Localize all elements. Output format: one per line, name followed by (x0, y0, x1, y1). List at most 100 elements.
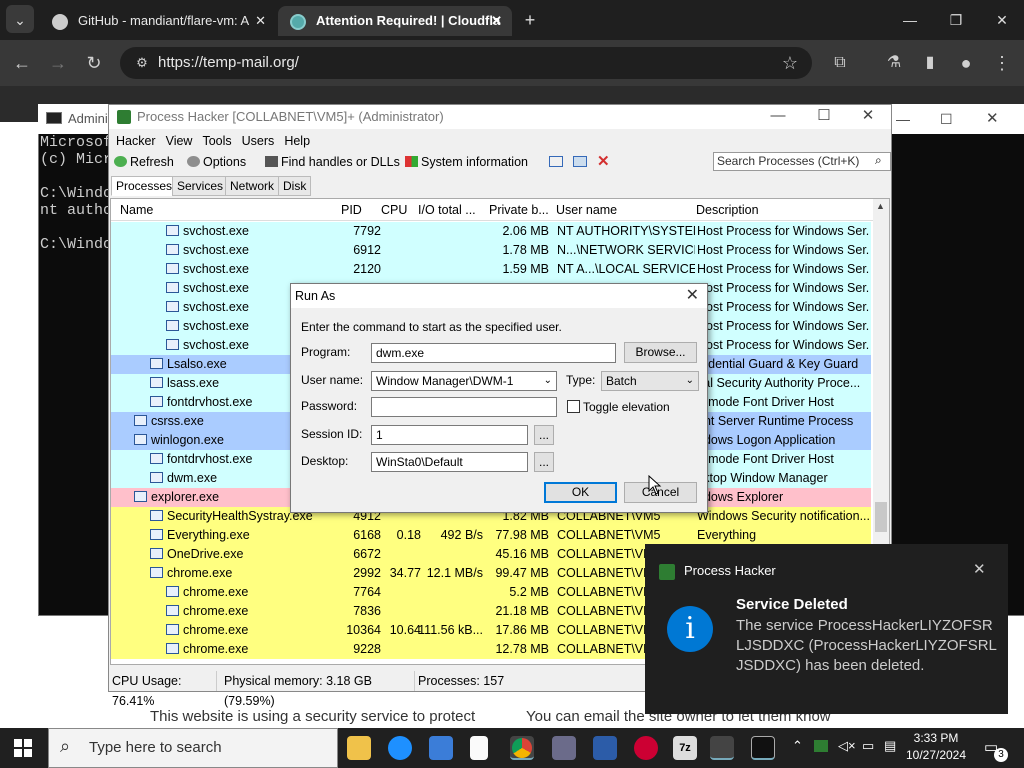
tab-search-button[interactable]: ⌄ (6, 5, 34, 33)
forward-icon[interactable]: → (44, 40, 72, 86)
password-input[interactable] (371, 397, 557, 417)
volume-muted-icon[interactable]: ◁× (838, 738, 856, 754)
tab-network[interactable]: Network (225, 176, 280, 196)
desktop-input[interactable]: WinSta0\Default (371, 452, 528, 472)
refresh-button[interactable]: Refresh (114, 151, 174, 173)
menu-help[interactable]: Help (284, 131, 310, 151)
table-row[interactable]: svchost.exe 6912 1.78 MB N...\NETWORK SERVI… (111, 241, 871, 260)
cmd-minimize-icon[interactable]: — (896, 104, 910, 134)
labs-flask-icon[interactable]: ⚗ (880, 40, 908, 86)
menu-view[interactable]: View (166, 131, 193, 151)
site-info-icon[interactable]: ⚙ (128, 40, 156, 86)
minimize-icon[interactable]: — (898, 5, 922, 35)
app-icon[interactable] (552, 736, 576, 760)
program-input[interactable]: dwm.exe (371, 343, 616, 363)
col-cpu[interactable]: CPU (381, 199, 407, 221)
app-icon[interactable] (634, 736, 658, 760)
tab-disk[interactable]: Disk (278, 176, 312, 196)
search-icon[interactable]: ⌕ (875, 153, 882, 168)
desktop-picker-button[interactable]: ... (534, 452, 554, 472)
tab-github[interactable]: GitHub - mandiant/flare-vm: A ✕ (40, 6, 276, 36)
taskbar-search-input[interactable]: Type here to search (48, 728, 338, 768)
chevron-up-icon[interactable]: ⌃ (792, 738, 803, 754)
run-as-titlebar[interactable]: Run As ✕ (291, 284, 707, 308)
chevron-down-icon[interactable]: ⌄ (544, 372, 552, 390)
system-info-button[interactable]: System information (405, 151, 528, 173)
col-io[interactable]: I/O total ... (418, 199, 476, 221)
terminal-icon[interactable] (751, 736, 775, 760)
scroll-up-icon[interactable]: ▲ (876, 201, 885, 211)
find-handles-button[interactable]: Find handles or DLLs (265, 151, 400, 173)
col-pid[interactable]: PID (341, 199, 362, 221)
url-input[interactable]: https://temp-mail.org/ (120, 47, 812, 79)
ph-maximize-icon[interactable]: ☐ (801, 105, 847, 129)
restore-icon[interactable]: ❐ (944, 5, 968, 35)
tray-process-hacker-icon[interactable] (814, 740, 828, 752)
close-tab-icon[interactable]: ✕ (491, 6, 502, 36)
table-row[interactable]: svchost.exe 2120 1.59 MB NT A...\LOCAL SERV… (111, 260, 871, 279)
tab-processes[interactable]: Processes (111, 176, 178, 196)
table-row[interactable]: svchost.exe 7792 2.06 MB NT AUTHORITY\SYSTE… (111, 222, 871, 241)
chrome-icon[interactable] (510, 736, 534, 760)
dialog-close-icon[interactable]: ✕ (686, 284, 699, 308)
tab-cloudflare[interactable]: Attention Required! | Cloudfla ✕ (278, 6, 512, 36)
ok-button[interactable]: OK (544, 482, 617, 503)
notepad-icon[interactable] (470, 736, 488, 760)
back-icon[interactable]: ← (8, 40, 36, 86)
user-name-combo[interactable]: Window Manager\DWM-1 ⌄ (371, 371, 557, 391)
window-arrow-icon[interactable] (573, 156, 587, 167)
network-icon[interactable]: ▭ (862, 738, 874, 754)
ph-close-icon[interactable]: ✕ (845, 105, 891, 129)
new-tab-button[interactable]: + (518, 5, 542, 35)
close-window-icon[interactable]: ✕ (990, 5, 1014, 35)
extensions-icon[interactable]: ⧉ (826, 40, 854, 86)
7zip-icon[interactable]: 7z (673, 736, 697, 760)
bookmark-star-icon[interactable]: ☆ (776, 40, 804, 86)
search-processes-input[interactable]: Search Processes (Ctrl+K) (713, 152, 891, 171)
browser-app-icon[interactable] (388, 736, 412, 760)
cloudflare-favicon-icon (290, 14, 306, 30)
col-name[interactable]: Name (120, 199, 153, 221)
browse-button[interactable]: Browse... (624, 342, 697, 363)
table-row[interactable]: Everything.exe 6168 0.18 492 B/s 77.98 MB COL… (111, 526, 871, 545)
toast-close-icon[interactable]: ✕ (973, 560, 986, 578)
file-explorer-icon[interactable] (347, 736, 371, 760)
col-user[interactable]: User name (556, 199, 617, 221)
ph-titlebar[interactable]: Process Hacker [COLLABNET\VM5]+ (Adminis… (109, 105, 891, 129)
col-private-bytes[interactable]: Private b... (489, 199, 549, 221)
cmd-close-icon[interactable]: ✕ (986, 104, 999, 134)
options-button[interactable]: Options (187, 151, 246, 173)
col-description[interactable]: Description (696, 199, 759, 221)
cell-desc: cal Security Authority Proce... (697, 376, 861, 390)
ph-minimize-icon[interactable]: — (755, 105, 801, 129)
terminate-x-icon[interactable]: ✕ (597, 151, 610, 173)
cell-pid: 10364 (346, 623, 381, 637)
taskbar-clock[interactable]: 3:33 PM 10/27/2024 (900, 730, 972, 764)
cell-desc: Host Process for Windows Ser... (697, 338, 869, 352)
scroll-thumb[interactable] (875, 502, 887, 532)
type-select[interactable]: Batch ⌄ (601, 371, 699, 391)
window-icon[interactable] (549, 156, 563, 167)
app-store-icon[interactable] (429, 736, 453, 760)
session-picker-button[interactable]: ... (534, 425, 554, 445)
tab-services[interactable]: Services (172, 176, 229, 196)
powershell-icon[interactable] (593, 736, 617, 760)
close-tab-icon[interactable]: ✕ (255, 6, 266, 36)
toggle-elevation-checkbox[interactable] (567, 400, 580, 413)
browser-menu-icon[interactable]: ⋮ (988, 40, 1016, 86)
menu-users[interactable]: Users (242, 131, 275, 151)
start-windows-icon[interactable] (14, 739, 32, 757)
toast-notification[interactable]: Process Hacker ✕ i Service Deleted The s… (645, 544, 1008, 714)
reload-icon[interactable]: ↻ (80, 40, 108, 86)
toggle-elevation-label[interactable]: Toggle elevation (583, 397, 670, 417)
menu-hacker[interactable]: Hacker (116, 131, 156, 151)
cmd-maximize-icon[interactable]: ☐ (940, 104, 953, 134)
side-panel-icon[interactable]: ▮ (916, 40, 944, 86)
chevron-down-icon[interactable]: ⌄ (686, 372, 694, 390)
run-as-dialog[interactable]: Run As ✕ Enter the command to start as t… (290, 283, 708, 513)
profile-avatar-icon[interactable]: ● (952, 40, 980, 86)
menu-tools[interactable]: Tools (202, 131, 231, 151)
process-hacker-taskbar-icon[interactable] (710, 736, 734, 760)
session-id-input[interactable]: 1 (371, 425, 528, 445)
language-icon[interactable]: ▤ (884, 738, 896, 754)
